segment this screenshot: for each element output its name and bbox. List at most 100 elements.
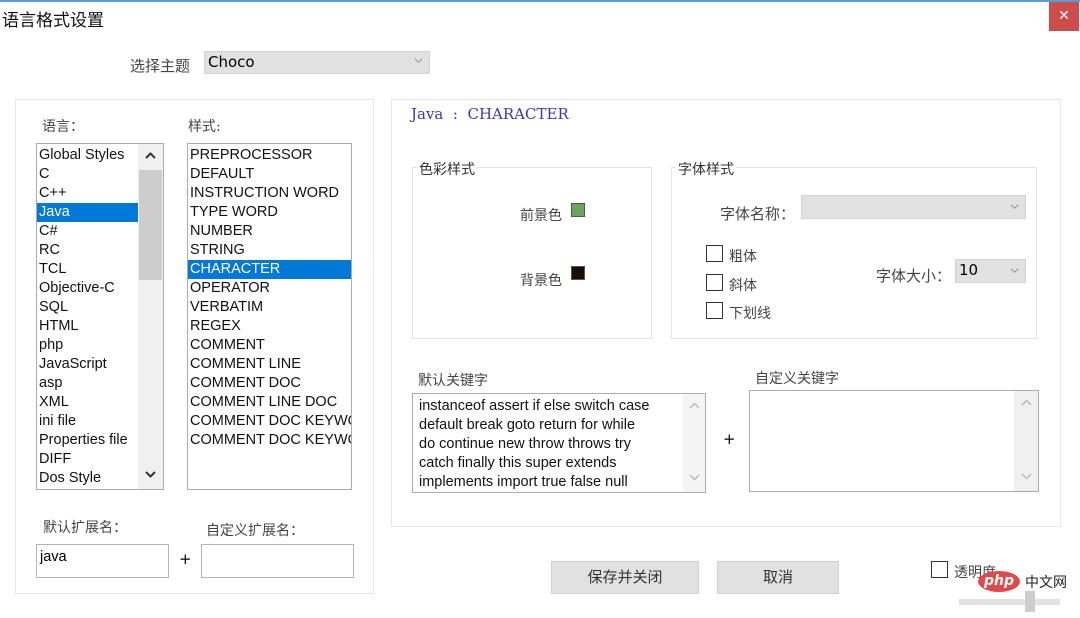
default-extension-input[interactable]: java (36, 544, 169, 578)
underline-checkbox[interactable] (706, 302, 723, 319)
chevron-down-icon (1010, 204, 1019, 209)
language-list-item[interactable]: Java (37, 203, 139, 222)
italic-label: 斜体 (729, 278, 757, 294)
chevron-down-icon (414, 58, 423, 63)
default-keywords-scrollbar[interactable] (683, 394, 705, 492)
language-list-item[interactable]: ini file (37, 412, 139, 431)
theme-label: 选择主题 (130, 57, 191, 75)
bold-label: 粗体 (729, 249, 757, 265)
detail-heading: Java : CHARACTER (411, 105, 569, 123)
font-style-group (671, 167, 1037, 339)
style-list-item[interactable]: COMMENT DOC KEYWORD (188, 412, 351, 431)
language-list-item[interactable]: asp (37, 374, 139, 393)
language-list-item[interactable]: C++ (37, 184, 139, 203)
background-label: 背景色 (520, 273, 562, 289)
italic-checkbox[interactable] (706, 274, 723, 291)
language-list-item[interactable]: Global Styles (37, 146, 139, 165)
style-list-item[interactable]: REGEX (188, 317, 351, 336)
font-name-label: 字体名称： (720, 205, 796, 223)
chevron-up-icon (688, 402, 700, 409)
font-size-label: 字体大小： (876, 267, 952, 285)
transparency-slider-thumb[interactable] (1025, 591, 1035, 612)
style-list-item[interactable]: COMMENT (188, 336, 351, 355)
style-list-item[interactable]: OPERATOR (188, 279, 351, 298)
languages-listbox[interactable]: Global Styles C C++ Java C# RC TCL Objective-C S… (36, 143, 164, 490)
close-x-icon: ✕ (1058, 8, 1070, 24)
style-list-item[interactable]: COMMENT DOC KEYWORD ERROR (188, 431, 351, 450)
language-list-item[interactable]: DIFF (37, 450, 139, 469)
custom-keywords-label: 自定义关键字 (755, 371, 839, 387)
style-list-item[interactable]: CHARACTER (188, 260, 351, 279)
style-list-item[interactable]: STRING (188, 241, 351, 260)
style-list-item[interactable]: PREPROCESSOR (188, 146, 351, 165)
custom-keywords-value (750, 391, 1020, 397)
languages-scrollbar[interactable] (138, 144, 163, 489)
window-accent-bar (0, 0, 1080, 2)
style-list-item[interactable]: VERBATIM (188, 298, 351, 317)
scroll-down-button[interactable] (1014, 467, 1038, 487)
language-list-item[interactable]: C (37, 165, 139, 184)
style-list-item[interactable]: TYPE WORD (188, 203, 351, 222)
font-size-select[interactable]: 10 (955, 259, 1026, 283)
scroll-up-button[interactable] (1014, 393, 1038, 413)
bold-checkbox[interactable] (706, 245, 723, 262)
custom-extension-input[interactable] (201, 544, 354, 578)
transparency-checkbox[interactable] (931, 561, 948, 578)
cancel-button[interactable]: 取消 (717, 561, 839, 594)
language-list-item[interactable]: Objective-C (37, 279, 139, 298)
close-button[interactable]: ✕ (1049, 2, 1079, 31)
chevron-up-icon (145, 152, 156, 159)
window-title: 语言格式设置 (2, 11, 104, 31)
custom-keywords-textarea[interactable] (749, 390, 1039, 492)
extension-plus-sign: + (179, 550, 192, 568)
default-keywords-label: 默认关键字 (418, 373, 488, 389)
scroll-up-button[interactable] (683, 396, 705, 416)
language-list-item[interactable]: C# (37, 222, 139, 241)
language-list-item[interactable]: JavaScript (37, 355, 139, 374)
language-list-item[interactable]: php (37, 336, 139, 355)
language-list-item[interactable]: Dos Style (37, 469, 139, 488)
foreground-label: 前景色 (520, 208, 562, 224)
languages-scroll-thumb[interactable] (139, 170, 162, 280)
language-list-item[interactable]: HTML (37, 317, 139, 336)
font-size-select-value: 10 (959, 261, 979, 279)
foreground-color-swatch[interactable] (571, 203, 585, 217)
font-style-title: 字体样式 (676, 159, 736, 179)
style-list-item[interactable]: NUMBER (188, 222, 351, 241)
style-list-item[interactable]: COMMENT LINE DOC (188, 393, 351, 412)
styles-listbox[interactable]: PREPROCESSOR DEFAULT INSTRUCTION WORD TYPE … (187, 143, 352, 490)
scroll-down-button[interactable] (683, 468, 705, 488)
chevron-up-icon (1020, 399, 1032, 406)
custom-extension-label: 自定义扩展名： (206, 523, 304, 539)
chevron-down-icon (1020, 473, 1032, 480)
language-list-item[interactable]: RC (37, 241, 139, 260)
default-extension-label: 默认扩展名： (43, 520, 127, 536)
color-style-group (412, 167, 652, 339)
scroll-down-button[interactable] (138, 465, 163, 485)
style-list-item[interactable]: COMMENT DOC (188, 374, 351, 393)
default-keywords-textarea[interactable]: instanceof assert if else switch case def… (412, 393, 706, 493)
language-list-item[interactable]: TCL (37, 260, 139, 279)
style-list-item[interactable]: COMMENT LINE (188, 355, 351, 374)
save-and-close-button[interactable]: 保存并关闭 (551, 561, 699, 594)
languages-label: 语言： (42, 119, 84, 135)
chevron-down-icon (1010, 268, 1019, 273)
transparency-slider-track[interactable] (959, 599, 1060, 605)
style-list-item[interactable]: INSTRUCTION WORD (188, 184, 351, 203)
chevron-down-icon (145, 471, 156, 478)
custom-keywords-scrollbar[interactable] (1014, 391, 1038, 491)
styles-label: 样式: (188, 119, 221, 135)
php-logo-watermark: php (978, 571, 1020, 592)
style-list-item[interactable]: DEFAULT (188, 165, 351, 184)
underline-label: 下划线 (729, 306, 771, 322)
font-name-select[interactable] (801, 195, 1026, 219)
theme-select[interactable]: Choco (204, 51, 430, 74)
scroll-up-button[interactable] (138, 146, 163, 166)
default-keyword-line: catch finally this super extends (419, 455, 617, 471)
default-keyword-line: instanceof assert if else switch case (419, 398, 650, 414)
keywords-plus-sign: + (723, 430, 736, 448)
language-list-item[interactable]: XML (37, 393, 139, 412)
language-list-item[interactable]: SQL (37, 298, 139, 317)
background-color-swatch[interactable] (571, 266, 585, 280)
language-list-item[interactable]: Properties file (37, 431, 139, 450)
